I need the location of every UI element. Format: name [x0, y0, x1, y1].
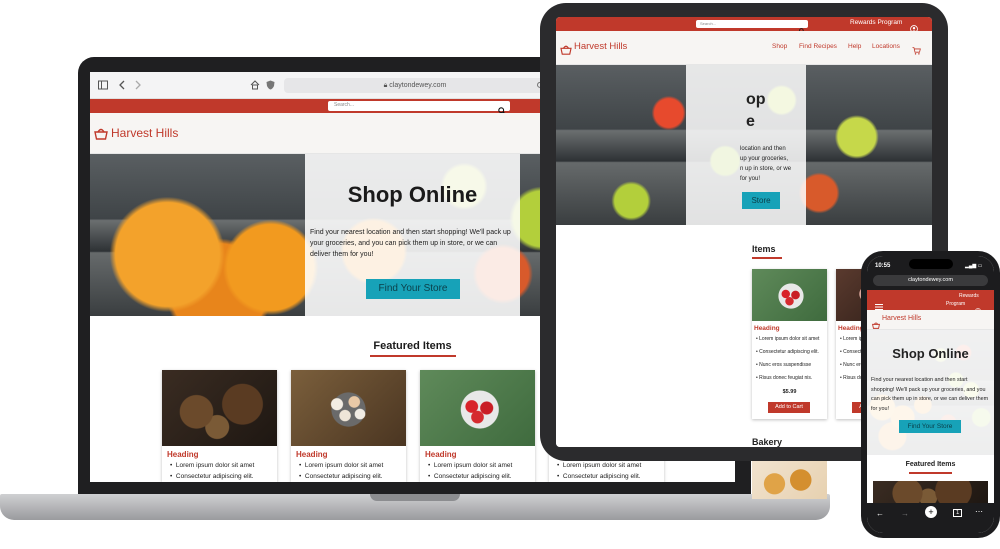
hero-panel: Shop Online Find your nearest location a… [867, 330, 994, 455]
brand-name[interactable]: Harvest Hills [574, 41, 627, 52]
laptop-notch [370, 494, 460, 501]
search-placeholder: Search... [334, 102, 355, 108]
card-price: $5.99 [782, 389, 797, 395]
shield-icon[interactable] [266, 80, 275, 90]
search-input[interactable]: Search... [328, 101, 510, 115]
card-bullet-3: • Nunc eros suspendisse [756, 362, 812, 368]
card-bullet-2: • Consectetur adipiscing elit. [557, 473, 641, 480]
card-heading: Heading [838, 325, 864, 332]
forward-icon[interactable] [134, 80, 142, 90]
hero-panel: op e location and then up your groceries… [686, 65, 806, 225]
card-bullet-1: • Lorem ipsum dolor sit amet [428, 462, 513, 469]
bread-image [162, 370, 277, 446]
card-bullet-2: • Consectetur adipiscing elit. [428, 473, 512, 480]
back-icon[interactable]: ← [876, 509, 884, 518]
site-nav: Harvest Hills [867, 310, 994, 330]
card-heading: Heading [296, 450, 328, 459]
card-bullet-1: • Lorem ipsum dolor sit amet [170, 462, 255, 469]
card-bullet-1: • Lorem ipsum dolor sit amet [557, 462, 642, 469]
featured-items-title: Items [752, 244, 776, 254]
bread-image [873, 481, 988, 503]
card-bullet-4: • Risus donec feugiat nis. [756, 375, 813, 381]
card-bullet-2: • Consectetur adipiscing elit. [299, 473, 383, 480]
card-heading: Heading [167, 450, 199, 459]
card-heading: Heading [754, 325, 780, 332]
featured-card-strawberries[interactable]: Heading • Lorem ipsum dolor sit amet • C… [420, 370, 535, 482]
featured-card-eggs[interactable]: Heading • Lorem ipsum dolor sit amet • C… [291, 370, 406, 482]
featured-underline [752, 257, 782, 259]
hero-line-3: n up in store, or we [740, 166, 792, 172]
find-your-store-button[interactable]: Store [742, 192, 780, 209]
sidebar-icon[interactable] [98, 80, 108, 90]
hero-line-4: for you! [740, 176, 761, 182]
phone-screen: 10:55 ▂▄▆ ▭ claytondewey.com Rewards Pro… [867, 256, 994, 533]
phone-time: 10:55 [875, 263, 891, 269]
search-input[interactable]: Search... [696, 20, 808, 34]
hero-panel: Shop Online Find your nearest location a… [305, 154, 520, 316]
hero-title: Shop Online [892, 346, 969, 361]
hero-title: Shop Online [347, 182, 478, 207]
featured-items-title: Featured Items [905, 461, 956, 468]
strawberries-image [420, 370, 535, 446]
tabs-icon[interactable]: 1 [953, 509, 963, 517]
dynamic-island [909, 259, 953, 269]
basket-logo-icon[interactable] [560, 42, 572, 60]
address-bar[interactable]: 🔒︎ claytondewey.com [284, 78, 546, 93]
nav-locations[interactable]: Locations [872, 43, 900, 50]
signal-icon: ▂▄▆ ▭ [965, 263, 983, 269]
add-to-cart-button[interactable]: Add to Cart [768, 402, 810, 413]
phone-address-bar[interactable]: claytondewey.com [873, 275, 988, 286]
card-heading: Heading [425, 450, 457, 459]
cart-icon[interactable] [912, 42, 921, 60]
rewards-line-1[interactable]: Rewards [959, 293, 979, 299]
more-icon[interactable]: ⋯ [975, 507, 983, 516]
eggs-image [291, 370, 406, 446]
search-placeholder: Search... [700, 21, 717, 26]
phone-bottom-toolbar: ← → + 1 ⋯ [867, 503, 994, 533]
rewards-program-link[interactable]: Rewards Program [850, 19, 902, 26]
find-your-store-button[interactable]: Find Your Store [366, 279, 460, 299]
site-topbar: Search... Rewards Program [556, 17, 932, 34]
brand-name[interactable]: Harvest Hills [882, 315, 921, 322]
site-topbar: Rewards Program [867, 290, 994, 314]
find-your-store-button[interactable]: Find Your Store [899, 420, 961, 433]
hero-text: Find your nearest location and then star… [871, 377, 989, 412]
nav-help[interactable]: Help [848, 43, 861, 50]
featured-underline [370, 355, 456, 357]
forward-icon[interactable]: → [901, 509, 909, 518]
brand-name[interactable]: Harvest Hills [111, 126, 178, 140]
new-tab-icon[interactable]: + [925, 506, 937, 518]
featured-card-bread[interactable]: Heading • Lorem ipsum dolor sit amet • C… [162, 370, 277, 482]
rewards-line-2[interactable]: Program [946, 301, 965, 307]
card-bullet-2: • Consectetur adipiscing elit. [170, 473, 254, 480]
nav-shop[interactable]: Shop [772, 43, 787, 50]
hero-title-fragment: op [746, 91, 766, 108]
hero-line-1: location and then [740, 146, 786, 152]
card-bullet-1: • Lorem ipsum dolor sit amet [299, 462, 384, 469]
bakery-image [752, 461, 827, 499]
phone-address-url: claytondewey.com [908, 277, 953, 283]
phone-status-area: 10:55 ▂▄▆ ▭ claytondewey.com [867, 256, 994, 290]
home-icon[interactable] [250, 80, 260, 90]
card-bullet-2: • Consectetur adipiscing elit. [756, 349, 819, 355]
featured-underline [909, 472, 952, 474]
bakery-title: Bakery [752, 437, 783, 447]
hero-text: Find your nearest location and then star… [310, 229, 511, 258]
basket-logo-icon[interactable] [94, 127, 108, 145]
nav-find-recipes[interactable]: Find Recipes [799, 43, 837, 50]
card-bullet-1: • Lorem ipsum dolor sit amet [756, 336, 820, 342]
back-icon[interactable] [118, 80, 126, 90]
address-bar-url: claytondewey.com [389, 82, 447, 89]
site-nav: Harvest Hills Shop Find Recipes Help Loc… [556, 31, 932, 65]
hero-line-2: up your groceries, [740, 156, 789, 162]
featured-card-strawberries[interactable]: Heading • Lorem ipsum dolor sit amet • C… [752, 269, 827, 419]
strawberries-image [752, 269, 827, 321]
hero-title-fragment-2: e [746, 113, 755, 130]
